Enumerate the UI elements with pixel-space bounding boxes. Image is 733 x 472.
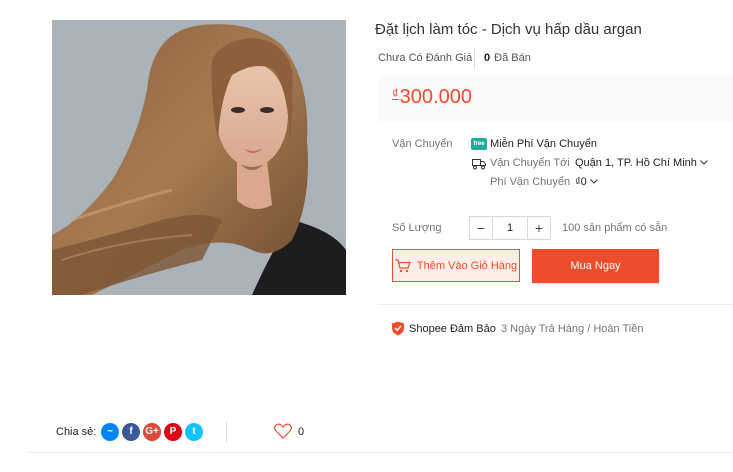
buy-now-button[interactable]: Mua Ngay [532,249,659,283]
ship-to-selector[interactable]: Quận 1, TP. Hồ Chí Minh [575,157,708,169]
messenger-icon: ~ [107,426,113,437]
quantity-label: Số Lượng [392,222,442,234]
facebook-icon: f [129,426,133,437]
rating-status: Chưa Có Đánh Giá [378,52,473,64]
free-shipping-icon: free [471,138,487,150]
share-label: Chia sẻ: [56,426,97,438]
pinterest-icon: P [169,426,177,437]
share-twitter-button[interactable]: t [185,423,203,441]
sold-number: 0 [484,52,491,64]
shield-icon [391,321,405,341]
shipping-fee-value: ₫0 [575,176,587,188]
price-value: 300.000 [399,86,472,108]
guarantee-title[interactable]: Shopee Đảm Bảo [409,323,496,335]
truck-icon [472,157,486,175]
product-title: Đặt lịch làm tóc - Dịch vụ hấp dầu argan [375,21,642,38]
like-count: 0 [298,426,305,438]
rating-divider [474,49,475,69]
heart-icon [274,423,292,439]
shipping-label: Vận Chuyển [392,138,453,150]
chevron-down-icon [700,160,708,165]
google-plus-icon: G+ [145,426,159,437]
cart-icon [395,258,411,272]
quantity-stepper: − 1 + [469,216,551,240]
sold-label: Đã Bán [494,52,531,64]
add-to-cart-label: Thêm Vào Giỏ Hàng [416,259,518,272]
bottom-border [28,452,733,453]
sold-count: 0 Đã Bán [484,52,531,64]
twitter-icon: t [192,426,196,437]
long-hair-model-photo [52,20,346,295]
add-to-cart-button[interactable]: Thêm Vào Giỏ Hàng [392,249,520,282]
share-pinterest-button[interactable]: P [164,423,182,441]
currency-symbol: ₫ [392,86,399,101]
quantity-decrease-button[interactable]: − [470,217,493,239]
share-facebook-button[interactable]: f [122,423,140,441]
quantity-input[interactable]: 1 [493,217,527,239]
chevron-down-icon [589,179,598,184]
ship-to-value: Quận 1, TP. Hồ Chí Minh [575,157,697,169]
like-button[interactable] [274,423,292,444]
product-price: ₫300.000 [392,86,472,109]
share-divider [226,421,227,443]
shipping-fee-label: Phí Vận Chuyển [490,176,571,188]
stock-available: 100 sản phẩm có sẵn [562,222,668,234]
quantity-increase-button[interactable]: + [527,217,550,239]
guarantee-detail: 3 Ngày Trả Hàng / Hoàn Tiền [501,323,644,335]
share-messenger-button[interactable]: ~ [101,423,119,441]
shipping-fee-selector[interactable]: ₫0 [575,176,598,188]
share-google-plus-button[interactable]: G+ [143,423,161,441]
ship-to-label: Vận Chuyển Tới [490,157,570,169]
product-image[interactable] [52,20,346,295]
free-shipping-text: Miễn Phí Vận Chuyển [490,138,598,150]
section-divider [378,304,733,305]
